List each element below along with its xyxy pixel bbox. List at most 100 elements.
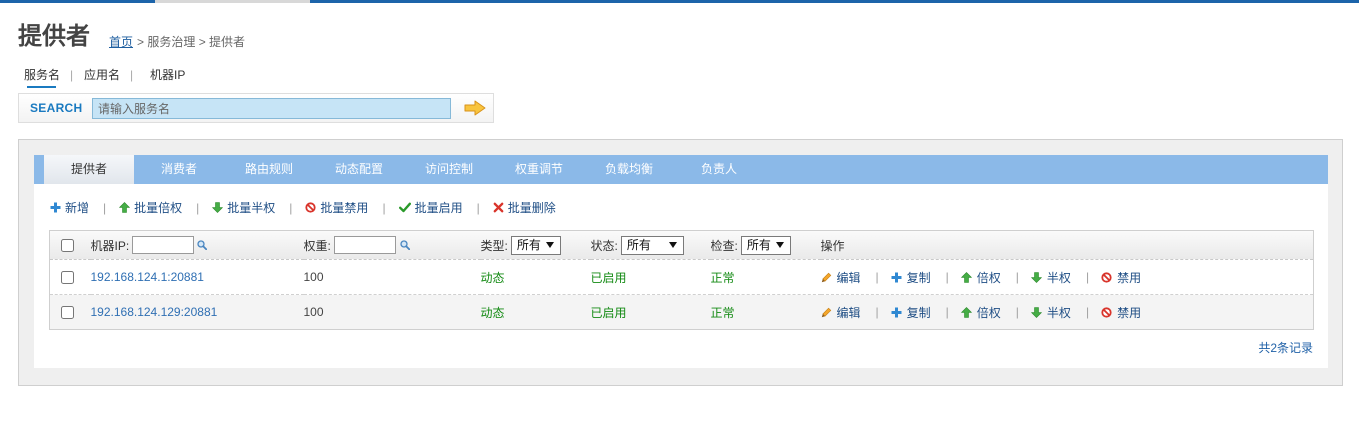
half-weight-button[interactable]: 半权 (1031, 269, 1071, 286)
copy-label: 复制 (906, 305, 931, 320)
batch-half-weight-label: 批量半权 (227, 201, 276, 215)
page: 提供者 首页 > 服务治理 > 提供者 服务名 | 应用名 | 机器IP SEAR… (0, 0, 1359, 436)
add-button[interactable]: 新增 (50, 199, 89, 216)
row-status-cell: 已启用 (590, 259, 711, 295)
dropdown-arrow-icon (668, 241, 677, 248)
arrow-down-icon (212, 202, 223, 213)
tab-load-balance[interactable]: 负载均衡 (584, 155, 674, 184)
pencil-icon (821, 272, 832, 283)
top-nav-active-segment[interactable] (155, 0, 310, 3)
tab-owners[interactable]: 负责人 (674, 155, 764, 184)
action-separator: | (875, 305, 879, 319)
check-value: 正常 (710, 270, 735, 285)
header-actions-cell: 操作 (820, 230, 1314, 260)
row-actions: 编辑 | 复制 | 倍权 | 半权 | 禁用 (821, 304, 1314, 321)
batch-delete-button[interactable]: 批量删除 (493, 199, 556, 216)
tab-access-control[interactable]: 访问控制 (404, 155, 494, 184)
tab-providers[interactable]: 提供者 (44, 155, 134, 184)
batch-double-weight-button[interactable]: 批量倍权 (119, 199, 182, 216)
disable-button[interactable]: 禁用 (1101, 269, 1141, 286)
batch-half-weight-button[interactable]: 批量半权 (212, 199, 275, 216)
half-weight-label: 半权 (1046, 305, 1071, 320)
search-tab-active-underline (27, 86, 56, 88)
search-tab-separator: | (130, 68, 134, 82)
table-row: 192.168.124.129:20881 100 动态 已启用 正常 编辑 |… (49, 294, 1314, 330)
delete-icon (493, 202, 504, 213)
batch-enable-button[interactable]: 批量启用 (399, 199, 463, 216)
double-weight-button[interactable]: 倍权 (961, 269, 1001, 286)
ip-filter-input[interactable] (132, 236, 195, 254)
row-weight-cell: 100 (303, 259, 481, 295)
search-tab-app-name[interactable]: 应用名 (84, 67, 120, 83)
disable-button[interactable]: 禁用 (1101, 304, 1141, 321)
edit-button[interactable]: 编辑 (821, 304, 861, 321)
weight-filter-input[interactable] (333, 236, 396, 254)
content-panel: 提供者 消费者 路由规则 动态配置 访问控制 权重调节 负载均衡 负责人 新增 … (34, 155, 1328, 368)
header-status-cell: 状态: 所有 (590, 230, 711, 260)
provider-address-link[interactable]: 192.168.124.129:20881 (91, 305, 218, 319)
module-tab-bar: 提供者 消费者 路由规则 动态配置 访问控制 权重调节 负载均衡 负责人 (34, 155, 1328, 184)
tab-weight-adjust[interactable]: 权重调节 (494, 155, 584, 184)
plus-icon (891, 272, 902, 283)
dropdown-arrow-icon (775, 241, 784, 248)
row-check-cell: 正常 (710, 259, 821, 295)
toolbar-separator: | (476, 200, 480, 215)
arrow-down-icon (1031, 272, 1042, 283)
tab-routing-rules[interactable]: 路由规则 (224, 155, 314, 184)
row-checkbox-cell (50, 295, 91, 330)
toolbar-separator: | (103, 200, 107, 215)
weight-column-label: 权重: (303, 238, 331, 253)
table-row: 192.168.124.1:20881 100 动态 已启用 正常 编辑 | 复… (49, 259, 1314, 295)
search-tab-machine-ip[interactable]: 机器IP (150, 67, 185, 83)
header-weight-cell: 权重: (303, 230, 481, 260)
add-label: 新增 (65, 201, 90, 215)
row-checkbox-cell (49, 259, 91, 295)
weight-value: 100 (303, 270, 324, 284)
batch-disable-button[interactable]: 批量禁用 (305, 199, 368, 216)
row-actions-cell: 编辑 | 复制 | 倍权 | 半权 | 禁用 (820, 259, 1314, 295)
disable-label: 禁用 (1117, 305, 1142, 320)
action-separator: | (1085, 270, 1090, 284)
search-icon[interactable] (197, 240, 207, 250)
status-value: 已启用 (590, 270, 627, 285)
copy-button[interactable]: 复制 (891, 269, 931, 286)
provider-address-link[interactable]: 192.168.124.1:20881 (91, 270, 204, 284)
type-filter-select[interactable]: 所有 (510, 235, 561, 255)
search-icon[interactable] (400, 240, 410, 250)
actions-column-label: 操作 (820, 238, 845, 253)
select-all-checkbox[interactable] (61, 239, 74, 253)
row-checkbox[interactable] (61, 306, 74, 320)
arrow-right-icon[interactable] (464, 100, 486, 116)
edit-button[interactable]: 编辑 (821, 269, 861, 286)
search-tab-service-name[interactable]: 服务名 (24, 67, 60, 83)
row-actions: 编辑 | 复制 | 倍权 | 半权 | 禁用 (821, 269, 1314, 286)
plus-icon (891, 307, 902, 318)
row-checkbox[interactable] (61, 271, 74, 285)
breadcrumb: 首页 > 服务治理 > 提供者 (109, 34, 245, 50)
half-weight-button[interactable]: 半权 (1031, 304, 1071, 321)
status-filter-select[interactable]: 所有 (620, 235, 684, 255)
disable-label: 禁用 (1117, 270, 1142, 285)
search-input[interactable] (92, 98, 451, 119)
header-type-cell: 类型: 所有 (480, 230, 591, 260)
type-filter-value: 所有 (516, 237, 541, 252)
copy-label: 复制 (906, 270, 931, 285)
tab-dynamic-config[interactable]: 动态配置 (314, 155, 404, 184)
providers-table: 机器IP: 权重: 类型: 所有 状态: 所有 检查: 所有 操作 192.16… (49, 230, 1314, 330)
row-check-cell: 正常 (711, 295, 821, 330)
search-label: SEARCH (30, 101, 83, 115)
edit-label: 编辑 (836, 270, 861, 285)
row-actions-cell: 编辑 | 复制 | 倍权 | 半权 | 禁用 (821, 295, 1314, 330)
tab-consumers[interactable]: 消费者 (134, 155, 224, 184)
toolbar-separator: | (382, 200, 386, 215)
row-type-cell: 动态 (481, 295, 591, 330)
check-filter-select[interactable]: 所有 (740, 235, 791, 255)
action-separator: | (945, 270, 949, 284)
breadcrumb-home-link[interactable]: 首页 (109, 35, 133, 49)
batch-delete-label: 批量删除 (507, 201, 556, 215)
copy-button[interactable]: 复制 (891, 304, 931, 321)
double-weight-button[interactable]: 倍权 (961, 304, 1001, 321)
ban-icon (1101, 272, 1112, 283)
arrow-up-icon (961, 272, 972, 283)
action-separator: | (875, 270, 879, 284)
